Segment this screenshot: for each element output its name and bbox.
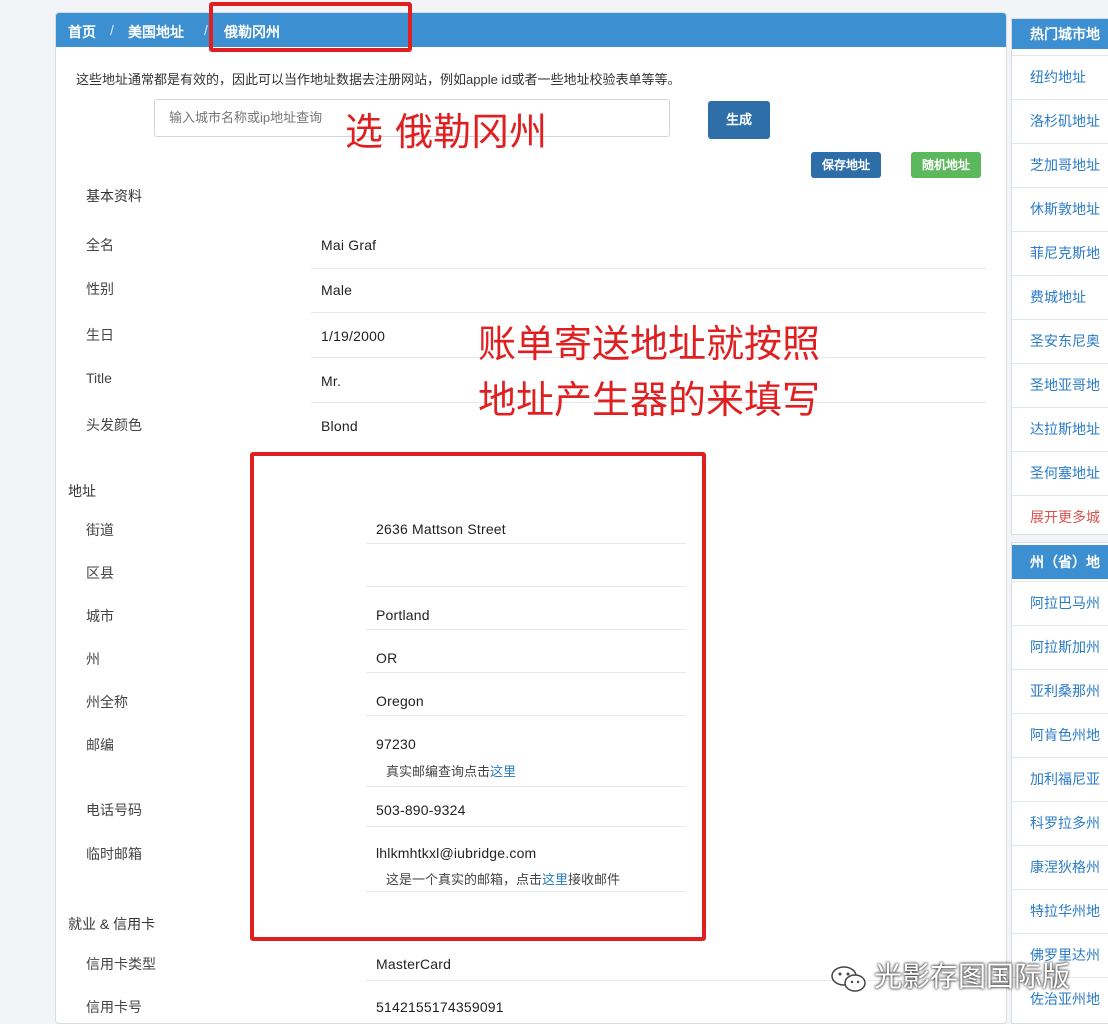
expand-more-cities-link[interactable]: 展开更多城 <box>1012 495 1108 534</box>
wechat-icon <box>831 965 866 992</box>
city-label: 城市 <box>86 608 114 624</box>
sidebar-item-hot-city[interactable]: 圣安东尼奥 <box>1012 319 1108 362</box>
breadcrumb-separator: / <box>110 22 114 38</box>
street-label: 街道 <box>86 522 114 538</box>
watermark-text: 光影存图国际版 <box>874 961 1071 992</box>
notice-text: 这些地址通常都是有效的，因此可以当作地址数据去注册网站，例如apple id或者… <box>76 72 681 87</box>
sidebar-item-state[interactable]: 康涅狄格州 <box>1012 845 1108 888</box>
hot-cities-title: 热门城市地 <box>1012 19 1108 49</box>
card-type-label: 信用卡类型 <box>86 956 156 972</box>
card-number-value: 5142155174359091 <box>376 999 504 1015</box>
gender-label: 性别 <box>86 281 114 297</box>
annotation-billing-line1: 账单寄送地址就按照 <box>478 322 821 366</box>
sidebar-item-hot-city[interactable]: 纽约地址 <box>1012 55 1108 98</box>
birthday-value: 1/19/2000 <box>321 328 386 344</box>
breadcrumb-separator: / <box>204 22 208 38</box>
sidebar-item-state[interactable]: 亚利桑那州 <box>1012 669 1108 712</box>
fullname-label: 全名 <box>86 237 114 253</box>
sidebar-item-hot-city[interactable]: 圣何塞地址 <box>1012 451 1108 494</box>
row-divider <box>311 268 986 269</box>
state-fullname-label: 州全称 <box>86 694 128 710</box>
states-panel: 州（省）地 阿拉巴马州 阿拉斯加州 亚利桑那州 阿肯色州地 加利福尼亚 科罗拉多… <box>1011 542 1108 1024</box>
breadcrumb: 首页 / 美国地址 / 俄勒冈州 <box>56 13 1006 47</box>
sidebar-item-hot-city[interactable]: 圣地亚哥地 <box>1012 363 1108 406</box>
hot-cities-panel: 热门城市地 纽约地址 洛杉矶地址 芝加哥地址 休斯敦地址 菲尼克斯地 费城地址 … <box>1011 18 1108 535</box>
sidebar-item-hot-city[interactable]: 达拉斯地址 <box>1012 407 1108 450</box>
generate-button[interactable]: 生成 <box>708 101 770 139</box>
annotation-highlight-breadcrumb <box>209 2 412 52</box>
watermark: 光影存图国际版 <box>830 955 1070 995</box>
card-number-label: 信用卡号 <box>86 999 142 1015</box>
basic-info-title: 基本资料 <box>86 188 142 204</box>
temp-email-label: 临时邮箱 <box>86 846 142 862</box>
sidebar-item-state[interactable]: 科罗拉多州 <box>1012 801 1108 844</box>
sidebar: 热门城市地 纽约地址 洛杉矶地址 芝加哥地址 休斯敦地址 菲尼克斯地 费城地址 … <box>1011 18 1108 1024</box>
card-type-value: MasterCard <box>376 956 452 972</box>
annotation-highlight-address <box>250 452 706 941</box>
sidebar-item-state[interactable]: 加利福尼亚 <box>1012 757 1108 800</box>
state-label: 州 <box>86 651 100 667</box>
gender-value: Male <box>321 282 353 298</box>
sidebar-item-hot-city[interactable]: 休斯敦地址 <box>1012 187 1108 230</box>
hair-color-value: Blond <box>321 418 358 434</box>
fullname-value: Mai Graf <box>321 237 377 253</box>
phone-label: 电话号码 <box>86 802 142 818</box>
sidebar-item-hot-city[interactable]: 菲尼克斯地 <box>1012 231 1108 274</box>
sidebar-item-hot-city[interactable]: 芝加哥地址 <box>1012 143 1108 186</box>
annotation-select-state: 选 俄勒冈州 <box>345 110 548 154</box>
annotation-billing-line2: 地址产生器的来填写 <box>478 378 821 422</box>
sidebar-item-state[interactable]: 特拉华州地 <box>1012 889 1108 932</box>
employment-section-title: 就业 & 信用卡 <box>68 916 156 932</box>
sidebar-item-hot-city[interactable]: 费城地址 <box>1012 275 1108 318</box>
hair-color-label: 头发颜色 <box>86 417 142 433</box>
birthday-label: 生日 <box>86 327 114 343</box>
sidebar-item-state[interactable]: 阿肯色州地 <box>1012 713 1108 756</box>
zipcode-label: 邮编 <box>86 737 114 753</box>
states-title: 州（省）地 <box>1012 545 1108 579</box>
breadcrumb-home-link[interactable]: 首页 <box>68 22 96 42</box>
sidebar-item-state[interactable]: 阿拉巴马州 <box>1012 581 1108 624</box>
random-address-button[interactable]: 随机地址 <box>911 152 981 178</box>
title-value: Mr. <box>321 373 342 389</box>
sidebar-item-hot-city[interactable]: 洛杉矶地址 <box>1012 99 1108 142</box>
sidebar-item-state[interactable]: 阿拉斯加州 <box>1012 625 1108 668</box>
breadcrumb-us-address-link[interactable]: 美国地址 <box>128 22 184 42</box>
save-address-button[interactable]: 保存地址 <box>811 152 881 178</box>
title-label: Title <box>86 370 112 386</box>
address-section-title: 地址 <box>68 483 96 499</box>
county-label: 区县 <box>86 565 114 581</box>
row-divider <box>311 312 986 313</box>
